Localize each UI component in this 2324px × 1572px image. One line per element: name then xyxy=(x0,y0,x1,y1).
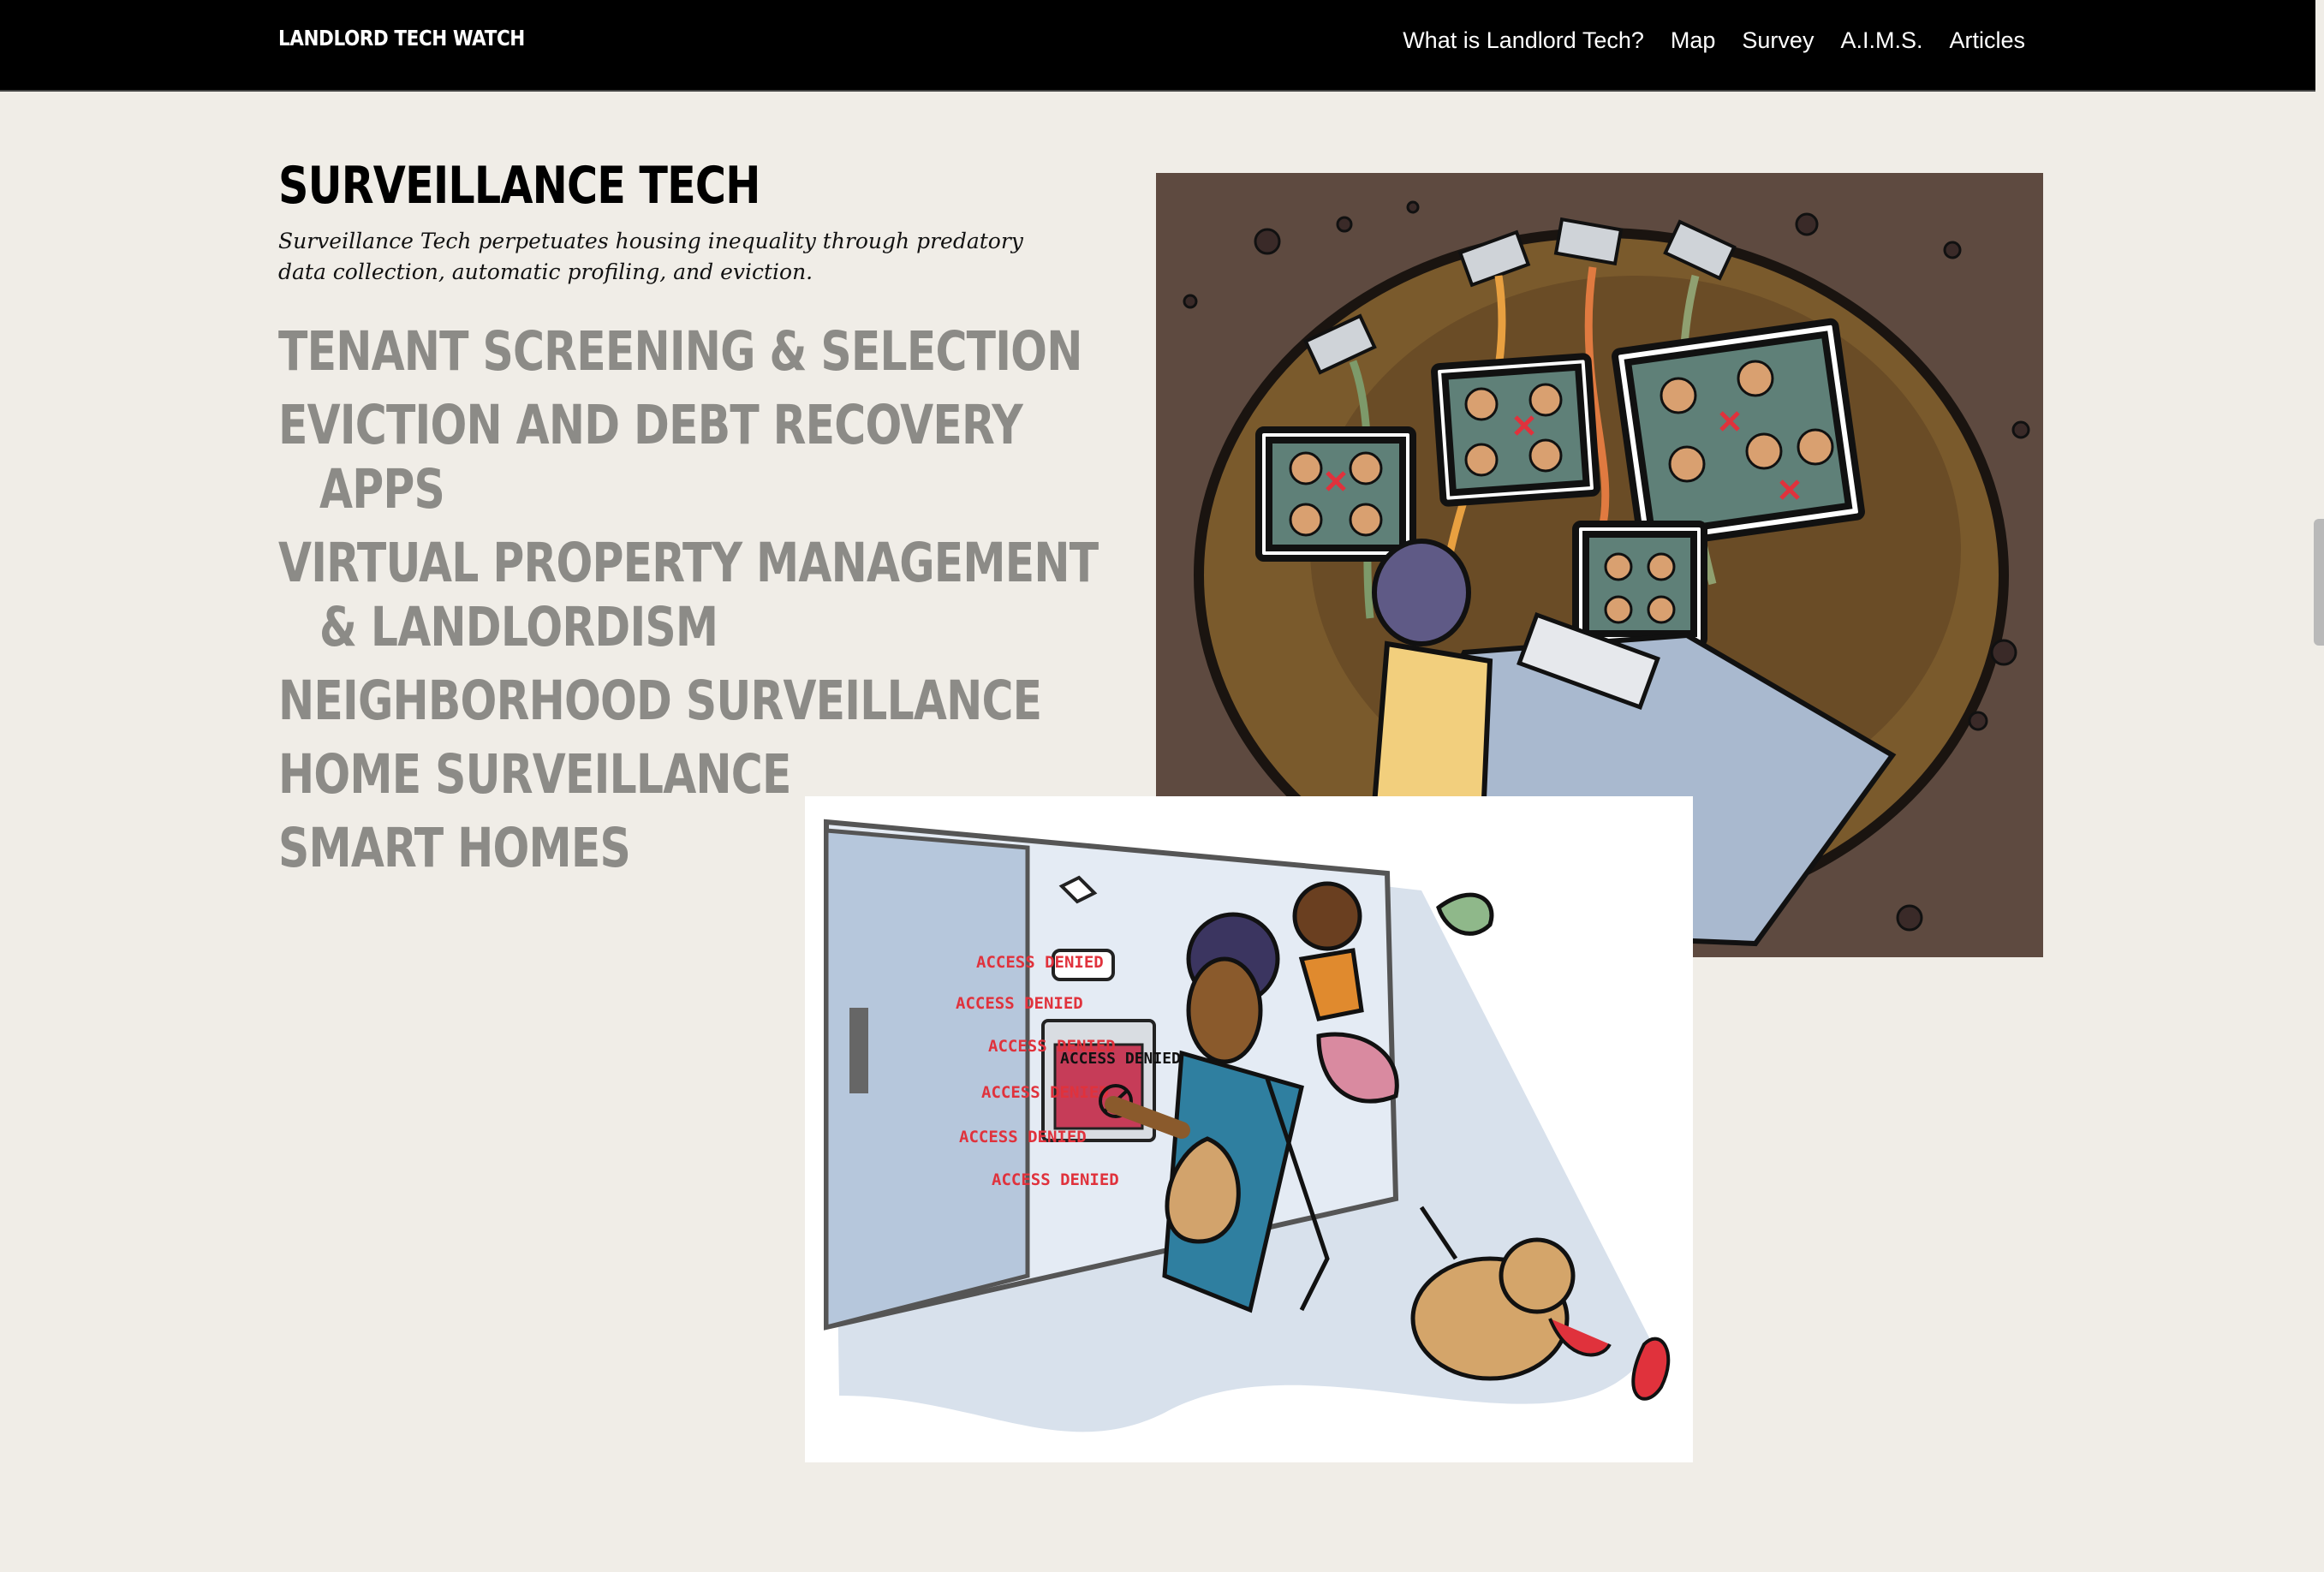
nav-articles[interactable]: Articles xyxy=(1949,27,2025,54)
main-nav: What is Landlord Tech? Map Survey A.I.M.… xyxy=(1403,27,2025,54)
access-denied-label: ACCESS DENIED xyxy=(959,1128,1087,1146)
top-navbar: LANDLORD TECH WATCH What is Landlord Tec… xyxy=(0,0,2315,92)
page-title: SURVEILLANCE TECH xyxy=(278,156,760,216)
category-link-tenant-screening[interactable]: TENANT SCREENING & SELECTION xyxy=(278,319,1107,384)
nav-survey[interactable]: Survey xyxy=(1742,27,1814,54)
access-denied-screen-label: ACCESS DENIED xyxy=(1060,1050,1181,1068)
category-link-virtual-property[interactable]: VIRTUAL PROPERTY MANAGEMENT & LANDLORDIS… xyxy=(278,531,1107,659)
category-link-eviction-apps[interactable]: EVICTION AND DEBT RECOVERY APPS xyxy=(278,393,1107,521)
page-subtitle: Surveillance Tech perpetuates housing in… xyxy=(278,229,1023,284)
list-item: NEIGHBORHOOD SURVEILLANCE xyxy=(278,669,1083,733)
access-denied-illustration: ACCESS DENIED ACCESS DENIED ACCESS DENIE… xyxy=(805,796,1693,1462)
nav-map[interactable]: Map xyxy=(1671,27,1716,54)
list-item: EVICTION AND DEBT RECOVERY APPS xyxy=(278,393,1083,521)
access-denied-label: ACCESS DENIED xyxy=(981,1083,1109,1102)
nav-what-is-landlord-tech[interactable]: What is Landlord Tech? xyxy=(1403,27,1644,54)
list-item: VIRTUAL PROPERTY MANAGEMENT & LANDLORDIS… xyxy=(278,531,1099,659)
site-logo-link[interactable]: LANDLORD TECH WATCH xyxy=(278,26,525,51)
list-item: TENANT SCREENING & SELECTION xyxy=(278,319,1083,384)
access-denied-label: ACCESS DENIED xyxy=(992,1170,1119,1189)
category-link-neighborhood-surveillance[interactable]: NEIGHBORHOOD SURVEILLANCE xyxy=(278,669,1107,733)
access-denied-label: ACCESS DENIED xyxy=(976,953,1104,972)
scrollbar-thumb[interactable] xyxy=(2314,519,2324,646)
nav-aims[interactable]: A.I.M.S. xyxy=(1840,27,1922,54)
access-denied-label: ACCESS DENIED xyxy=(956,994,1083,1013)
